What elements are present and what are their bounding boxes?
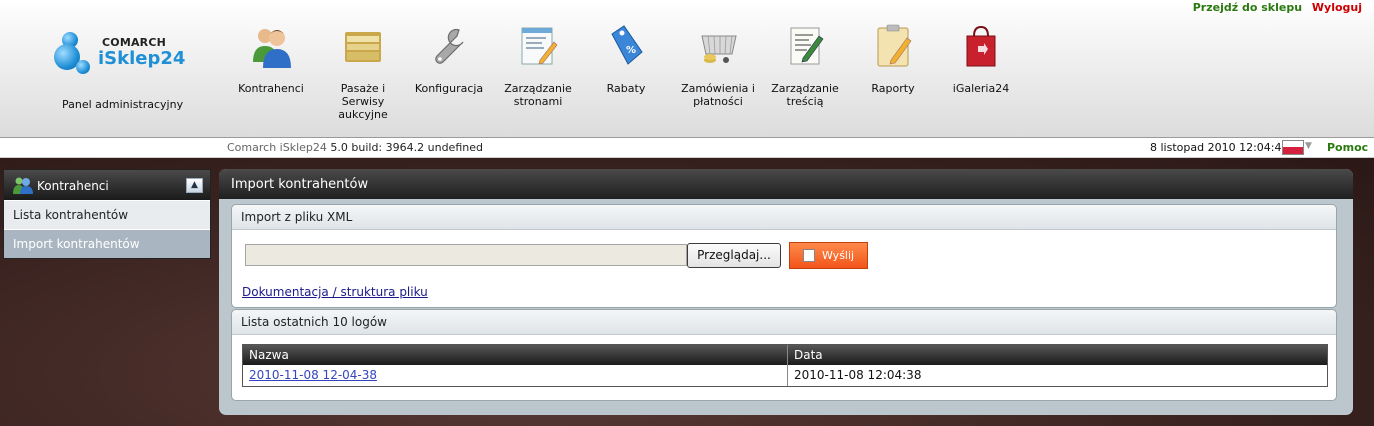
content-edit-icon xyxy=(790,27,824,65)
nav-raporty[interactable]: Raporty xyxy=(851,22,935,122)
nav-rabaty[interactable]: % Rabaty xyxy=(584,22,668,122)
sidebar-header: Kontrahenci ▲ xyxy=(4,170,210,200)
document-icon xyxy=(803,249,815,262)
nav-label: Kontrahenci xyxy=(238,82,304,95)
nav-label: Zarządzanie treścią xyxy=(771,82,839,108)
table-row: 2010-11-08 12-04-38 2010-11-08 12:04:38 xyxy=(243,365,1327,386)
browse-button[interactable]: Przeglądaj... xyxy=(687,243,781,268)
nav-label: Rabaty xyxy=(606,82,646,95)
logo-product: iSklep24 xyxy=(98,48,186,69)
build-suffix: undefined xyxy=(427,141,483,154)
logo-caption: Panel administracyjny xyxy=(62,98,184,111)
nav-label: Pasaże i Serwisy aukcyjne xyxy=(338,82,388,121)
table-header: Nazwa Data xyxy=(243,345,1327,365)
logs-panel: Lista ostatnich 10 logów Nazwa Data 2010… xyxy=(231,309,1337,401)
log-date-cell: 2010-11-08 12:04:38 xyxy=(787,365,921,386)
chevron-up-icon: ▲ xyxy=(191,180,198,190)
nav-zamowienia[interactable]: Zamówienia i płatności xyxy=(676,22,760,122)
nav-label: Zarządzanie stronami xyxy=(504,82,572,108)
file-path-input[interactable] xyxy=(245,244,687,266)
svg-text:%: % xyxy=(626,45,636,56)
main-header: Import kontrahentów xyxy=(219,169,1353,199)
sidebar-item-lista-kontrahentow[interactable]: Lista kontrahentów xyxy=(4,200,210,229)
top-links: Przejdź do sklepu Wyloguj xyxy=(1187,1,1362,14)
page-edit-icon xyxy=(521,27,558,65)
send-button[interactable]: Wyślij xyxy=(789,242,868,269)
main-content: Import kontrahentów Import z pliku XML P… xyxy=(219,169,1353,415)
nav-zarzadzanie-stronami[interactable]: Zarządzanie stronami xyxy=(496,22,580,122)
send-button-label: Wyślij xyxy=(822,249,855,262)
users-icon xyxy=(13,177,33,194)
sidebar-title: Kontrahenci xyxy=(37,179,109,193)
logs-table: Nazwa Data 2010-11-08 12-04-38 2010-11-0… xyxy=(242,344,1328,387)
go-to-shop-link[interactable]: Przejdź do sklepu xyxy=(1193,1,1302,14)
cart-icon xyxy=(701,35,737,63)
logo-bubbles-icon xyxy=(54,32,94,78)
import-panel: Import z pliku XML Przeglądaj... Wyślij … xyxy=(231,204,1337,308)
sidebar: Kontrahenci ▲ Lista kontrahentów Import … xyxy=(3,169,211,259)
nav-zarzadzanie-trescia[interactable]: Zarządzanie treścią xyxy=(763,22,847,122)
build-product: Comarch iSklep24 xyxy=(227,141,327,154)
logs-panel-title: Lista ostatnich 10 logów xyxy=(232,310,1336,335)
shopping-bag-icon xyxy=(966,25,996,67)
status-bar: Comarch iSklep24 5.0 build: 3964.2 undef… xyxy=(0,138,1374,158)
nav-igaleria24[interactable]: iGaleria24 xyxy=(939,22,1023,122)
logo[interactable]: COMARCH iSklep24 Panel administracyjny xyxy=(40,26,190,116)
build-version: 5.0 build: 3964.2 xyxy=(330,141,425,154)
nav-label: iGaleria24 xyxy=(952,82,1010,95)
clipboard-icon xyxy=(877,24,912,67)
page-title: Import kontrahentów xyxy=(231,177,369,192)
nav-label: Konfiguracja xyxy=(414,82,484,95)
language-dropdown-arrow-icon[interactable]: ▼ xyxy=(1305,141,1312,151)
nav-konfiguracja[interactable]: Konfiguracja xyxy=(407,22,491,122)
help-link[interactable]: Pomoc xyxy=(1327,141,1368,154)
column-header-nazwa[interactable]: Nazwa xyxy=(243,345,793,365)
build-info: Comarch iSklep24 5.0 build: 3964.2 undef… xyxy=(227,141,483,154)
top-header: Przejdź do sklepu Wyloguj COMARCH iSklep… xyxy=(0,0,1374,138)
logout-link[interactable]: Wyloguj xyxy=(1312,1,1362,14)
nav-label: Raporty xyxy=(871,82,915,95)
column-header-data[interactable]: Data xyxy=(787,345,823,365)
collapse-button[interactable]: ▲ xyxy=(186,178,203,193)
log-name-link[interactable]: 2010-11-08 12-04-38 xyxy=(249,368,377,382)
import-panel-title: Import z pliku XML xyxy=(232,205,1336,230)
wrench-icon xyxy=(435,28,464,64)
documentation-link[interactable]: Dokumentacja / struktura pliku xyxy=(242,285,428,299)
nav-label: Zamówienia i płatności xyxy=(681,82,755,108)
log-name-cell: 2010-11-08 12-04-38 xyxy=(243,365,793,385)
discount-tag-icon: % xyxy=(611,25,643,65)
folder-icon xyxy=(345,32,381,62)
nav-kontrahenci[interactable]: Kontrahenci xyxy=(229,22,313,122)
nav-pasaze[interactable]: Pasaże i Serwisy aukcyjne xyxy=(321,22,405,122)
language-flag-icon[interactable] xyxy=(1282,140,1304,155)
current-datetime: 8 listopad 2010 12:04:48 xyxy=(1150,141,1289,154)
users-icon xyxy=(253,29,291,68)
sidebar-item-import-kontrahentow[interactable]: Import kontrahentów xyxy=(4,229,210,258)
